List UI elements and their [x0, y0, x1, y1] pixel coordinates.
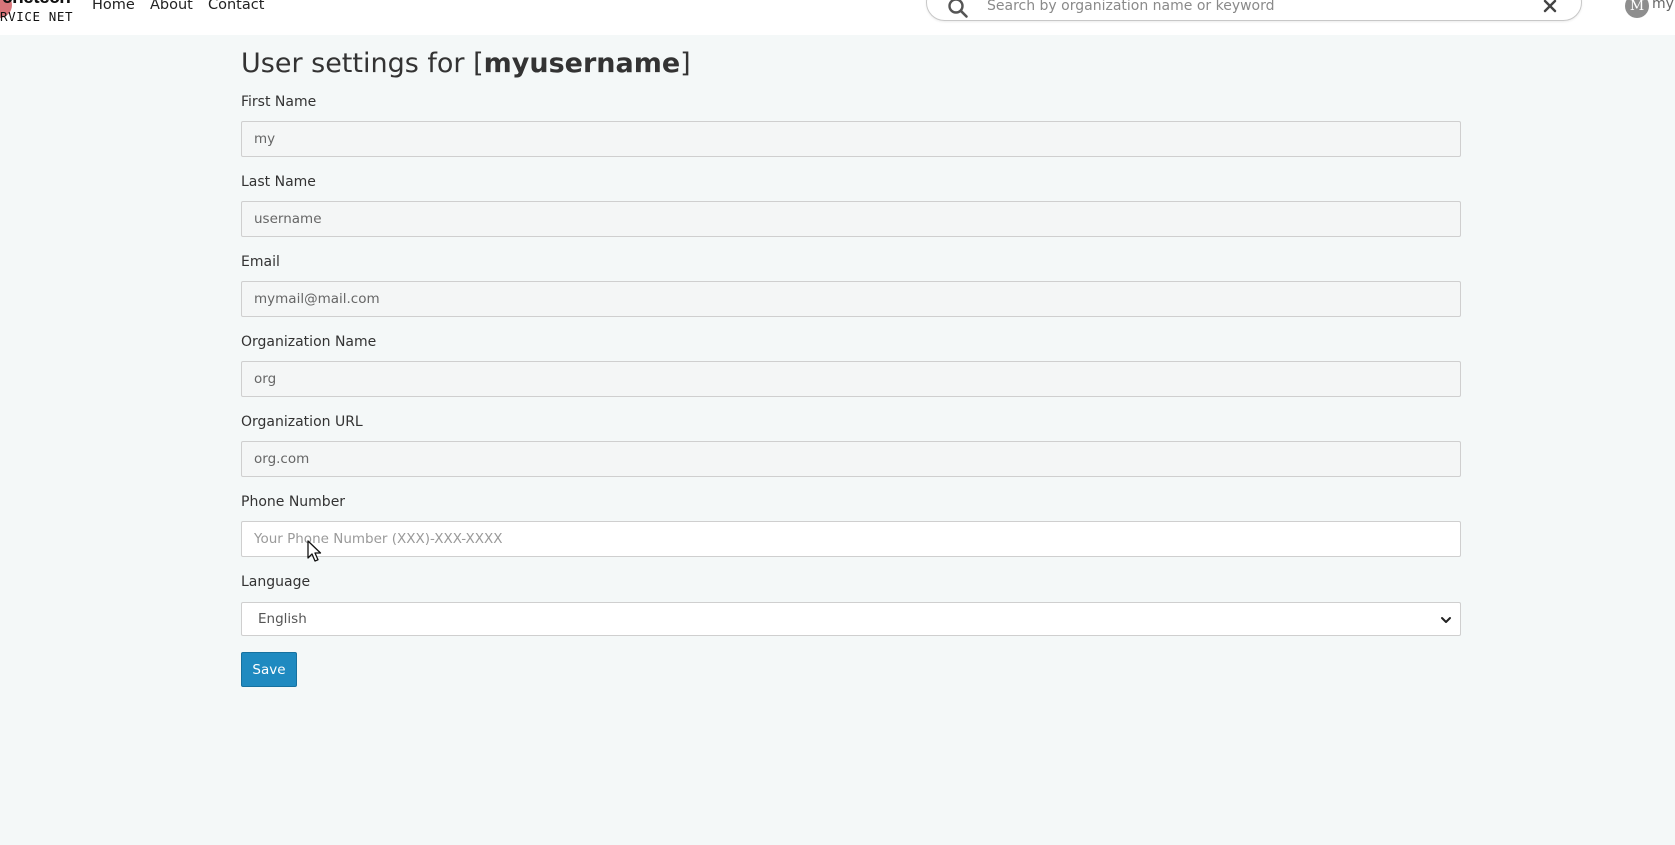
organization-url-field[interactable] [241, 441, 1461, 477]
close-icon[interactable] [1542, 0, 1558, 14]
organization-name-field[interactable] [241, 361, 1461, 397]
email-label: Email [241, 254, 280, 270]
top-navbar: cnetech RVICE NET Home About Contact M m… [0, 0, 1675, 35]
organization-url-label: Organization URL [241, 414, 363, 430]
language-selected-value: English [258, 611, 307, 627]
site-logo[interactable]: cnetech RVICE NET [0, 0, 82, 26]
user-avatar[interactable]: M [1625, 0, 1649, 18]
save-button[interactable]: Save [241, 652, 297, 687]
user-menu-label[interactable]: my [1652, 0, 1674, 12]
search-icon[interactable] [947, 0, 969, 19]
email-field[interactable] [241, 281, 1461, 317]
logo-text-bottom: RVICE NET [0, 9, 74, 24]
search-bar [926, 0, 1582, 21]
organization-name-label: Organization Name [241, 334, 377, 350]
page-title: User settings for [myusername] [241, 48, 691, 79]
nav-link-contact[interactable]: Contact [208, 0, 264, 13]
last-name-label: Last Name [241, 174, 316, 190]
search-input[interactable] [987, 0, 1507, 18]
language-label: Language [241, 574, 311, 590]
logo-text-top: cnetech [2, 0, 71, 9]
page-title-username: myusername [483, 48, 681, 79]
mouse-cursor-icon [307, 540, 322, 562]
page-title-suffix: ] [680, 48, 691, 79]
phone-number-field[interactable] [241, 521, 1461, 557]
nav-link-about[interactable]: About [150, 0, 193, 13]
last-name-field[interactable] [241, 201, 1461, 237]
chevron-down-icon [1441, 617, 1451, 623]
language-select[interactable]: English [241, 602, 1461, 636]
page-title-prefix: User settings for [ [241, 48, 484, 79]
first-name-field[interactable] [241, 121, 1461, 157]
first-name-label: First Name [241, 94, 317, 110]
phone-number-label: Phone Number [241, 494, 346, 510]
nav-link-home[interactable]: Home [92, 0, 135, 13]
